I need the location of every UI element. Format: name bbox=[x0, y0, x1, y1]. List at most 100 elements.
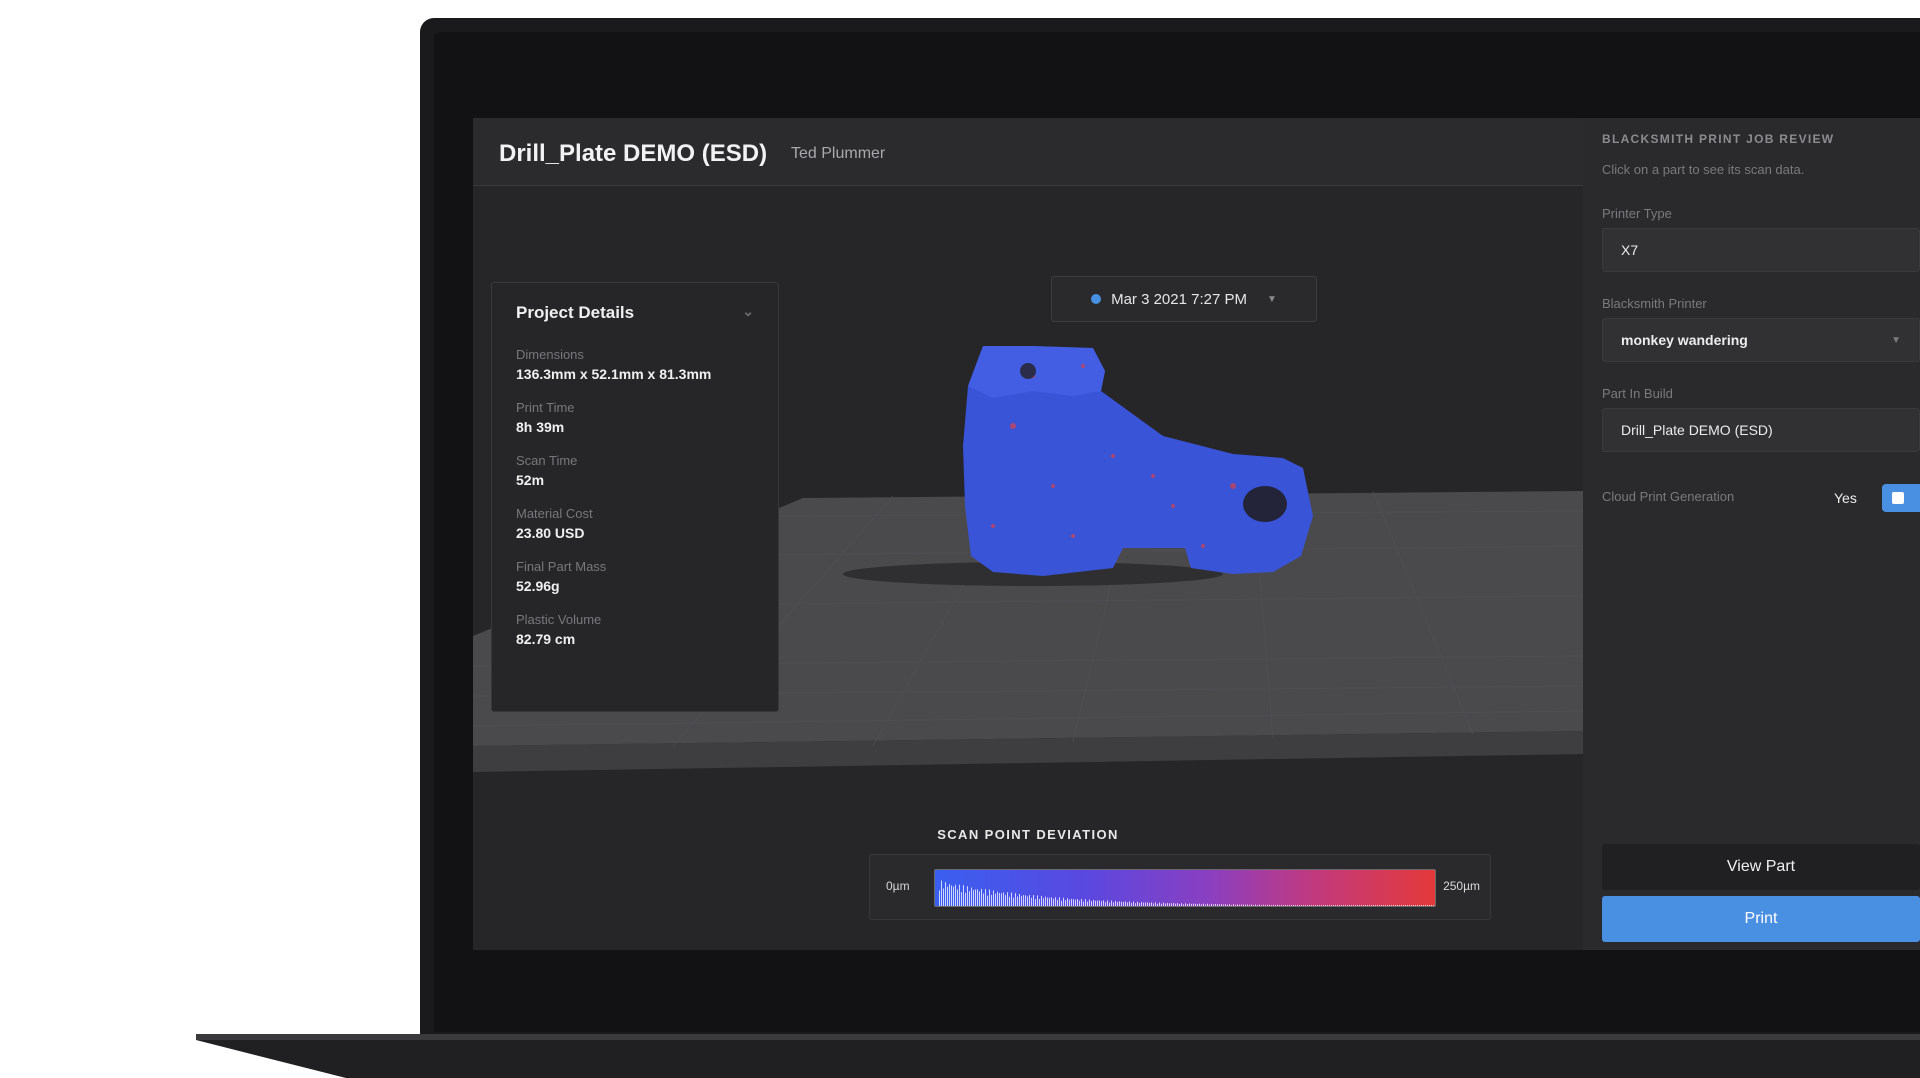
histogram-bar bbox=[1061, 900, 1062, 906]
deviation-histogram bbox=[939, 880, 1434, 906]
histogram-bar bbox=[1025, 895, 1026, 906]
histogram-bar bbox=[1249, 904, 1250, 906]
histogram-bar bbox=[1425, 905, 1426, 906]
cloud-print-toggle[interactable] bbox=[1882, 484, 1920, 512]
cloud-print-row: Cloud Print Generation Yes bbox=[1602, 484, 1920, 514]
histogram-bar bbox=[1201, 904, 1202, 906]
laptop-base-shape bbox=[196, 1040, 346, 1078]
chevron-down-icon[interactable]: ⌄ bbox=[742, 303, 754, 323]
histogram-bar bbox=[1169, 903, 1170, 906]
histogram-bar bbox=[1187, 904, 1188, 906]
histogram-bar bbox=[1375, 905, 1376, 906]
histogram-bar bbox=[1217, 904, 1218, 906]
detail-value: 23.80 USD bbox=[516, 525, 585, 541]
histogram-bar bbox=[1147, 902, 1148, 906]
histogram-bar bbox=[959, 884, 960, 906]
detail-label: Final Part Mass bbox=[516, 559, 607, 574]
histogram-bar bbox=[983, 893, 984, 906]
histogram-bar bbox=[1383, 905, 1384, 906]
histogram-bar bbox=[1367, 905, 1368, 906]
histogram-bar bbox=[1391, 905, 1392, 906]
histogram-bar bbox=[1115, 900, 1116, 906]
histogram-bar bbox=[1333, 905, 1334, 906]
histogram-bar bbox=[1247, 904, 1248, 906]
project-details-title: Project Details bbox=[516, 303, 635, 322]
histogram-bar bbox=[1023, 895, 1024, 906]
histogram-bar bbox=[1143, 902, 1144, 906]
histogram-bar bbox=[1345, 905, 1346, 906]
histogram-bar bbox=[1193, 903, 1194, 906]
histogram-bar bbox=[1235, 904, 1236, 906]
histogram-bar bbox=[1091, 901, 1092, 906]
histogram-bar bbox=[1293, 905, 1294, 906]
print-button[interactable]: Print bbox=[1602, 896, 1920, 942]
histogram-bar bbox=[1117, 901, 1118, 906]
histogram-bar bbox=[1197, 903, 1198, 906]
scan-date-selector[interactable]: Mar 3 2021 7:27 PM ▼ bbox=[1051, 276, 1317, 322]
histogram-bar bbox=[1093, 899, 1094, 906]
histogram-bar bbox=[981, 888, 982, 906]
histogram-bar bbox=[1415, 905, 1416, 906]
histogram-bar bbox=[1323, 905, 1324, 906]
detail-label: Print Time bbox=[516, 400, 575, 415]
histogram-bar bbox=[1417, 905, 1418, 906]
histogram-bar bbox=[1313, 905, 1314, 906]
histogram-bar bbox=[1327, 905, 1328, 906]
histogram-bar bbox=[1279, 905, 1280, 906]
histogram-bar bbox=[1273, 904, 1274, 906]
histogram-bar bbox=[1067, 898, 1068, 906]
detail-value: 52m bbox=[516, 472, 545, 488]
histogram-bar bbox=[1057, 899, 1058, 906]
histogram-bar bbox=[1259, 904, 1260, 906]
histogram-bar bbox=[945, 882, 946, 906]
histogram-bar bbox=[1213, 904, 1214, 906]
histogram-bar bbox=[1207, 903, 1208, 906]
histogram-bar bbox=[1243, 904, 1244, 906]
histogram-bar bbox=[1047, 897, 1048, 906]
histogram-bar bbox=[957, 889, 958, 906]
part-in-build-field[interactable]: Drill_Plate DEMO (ESD) bbox=[1602, 408, 1920, 452]
laptop-base bbox=[196, 1034, 1920, 1078]
histogram-bar bbox=[1175, 903, 1176, 906]
printer-type-value: X7 bbox=[1621, 242, 1639, 258]
blacksmith-printer-label: Blacksmith Printer bbox=[1602, 296, 1707, 311]
histogram-bar bbox=[1393, 905, 1394, 906]
histogram-bar bbox=[1297, 905, 1298, 906]
histogram-bar bbox=[939, 890, 940, 906]
histogram-bar bbox=[953, 886, 954, 906]
histogram-bar bbox=[1013, 897, 1014, 906]
histogram-bar bbox=[1339, 905, 1340, 906]
histogram-bar bbox=[1181, 903, 1182, 906]
histogram-bar bbox=[1157, 903, 1158, 906]
histogram-bar bbox=[999, 892, 1000, 906]
histogram-bar bbox=[1361, 905, 1362, 906]
project-details-header[interactable]: Project Details ⌄ bbox=[516, 303, 754, 323]
histogram-bar bbox=[1113, 902, 1114, 906]
histogram-bar bbox=[1299, 905, 1300, 906]
histogram-bar bbox=[1397, 905, 1398, 906]
part-in-build-label: Part In Build bbox=[1602, 386, 1673, 401]
histogram-bar bbox=[1355, 905, 1356, 906]
histogram-bar bbox=[1007, 892, 1008, 906]
histogram-bar bbox=[1387, 905, 1388, 906]
histogram-bar bbox=[1405, 905, 1406, 906]
histogram-bar bbox=[1351, 905, 1352, 906]
histogram-bar bbox=[1131, 902, 1132, 906]
histogram-bar bbox=[1083, 901, 1084, 906]
view-part-button[interactable]: View Part bbox=[1602, 844, 1920, 890]
printer-type-field[interactable]: X7 bbox=[1602, 228, 1920, 272]
page-title: Drill_Plate DEMO (ESD) bbox=[499, 140, 768, 167]
histogram-bar bbox=[1075, 899, 1076, 906]
printer-type-label: Printer Type bbox=[1602, 206, 1672, 221]
status-dot bbox=[1091, 294, 1102, 304]
histogram-bar bbox=[1325, 905, 1326, 906]
histogram-bar bbox=[1105, 901, 1106, 906]
histogram-bar bbox=[1087, 901, 1088, 906]
histogram-bar bbox=[1363, 905, 1364, 906]
histogram-bar bbox=[1231, 904, 1232, 906]
histogram-bar bbox=[977, 889, 978, 906]
3d-viewport[interactable]: Mar 3 2021 7:27 PM ▼ Project Details ⌄ D… bbox=[473, 186, 1583, 772]
blacksmith-printer-select[interactable]: monkey wandering ▼ bbox=[1602, 318, 1920, 362]
histogram-bar bbox=[1267, 904, 1268, 906]
histogram-bar bbox=[1059, 897, 1060, 906]
